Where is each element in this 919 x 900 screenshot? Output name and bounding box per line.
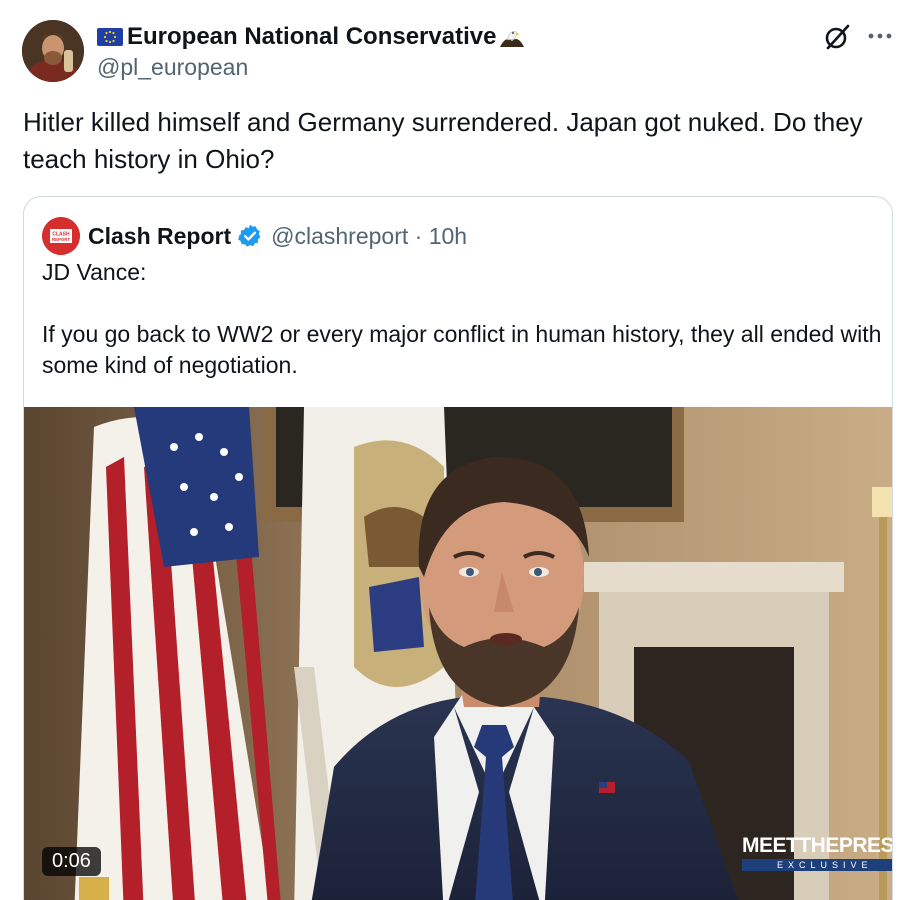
author-display-name[interactable]: European National Conservative — [127, 23, 496, 51]
video-duration: 0:06 — [42, 847, 101, 876]
quoted-tweet-body: JD Vance: If you go back to WW2 or every… — [42, 257, 882, 381]
grok-icon[interactable] — [822, 22, 852, 52]
video-player[interactable]: 0:06 MEETTHEPRESS EXCLUSIVE — [24, 407, 893, 900]
quoted-tweet-card[interactable]: CLASH REPORT Clash Report @clashreport ·… — [23, 196, 893, 900]
author-avatar[interactable] — [22, 20, 84, 82]
avatar-portrait — [22, 20, 84, 82]
clash-report-avatar[interactable]: CLASH REPORT — [42, 217, 80, 255]
quoted-tweet-header: CLASH REPORT Clash Report @clashreport ·… — [42, 217, 467, 255]
author-block: European National Conservative @pl_europ… — [97, 22, 526, 81]
video-frame — [24, 407, 892, 900]
quoted-body-line-2: If you go back to WW2 or every major con… — [42, 321, 882, 378]
quoted-body-line-1: JD Vance: — [42, 259, 147, 285]
watermark-main: MEETTHEPRESS — [742, 834, 893, 857]
author-handle[interactable]: @pl_european — [97, 54, 526, 81]
quoted-author-name[interactable]: Clash Report — [88, 223, 231, 250]
avatar-label-2: REPORT — [52, 237, 70, 242]
tweet-text: Hitler killed himself and Germany surren… — [23, 107, 863, 174]
quoted-handle-time[interactable]: @clashreport · 10h — [271, 223, 467, 250]
eu-flag-icon — [97, 28, 123, 46]
verified-badge-icon — [237, 223, 263, 249]
us-flag — [74, 407, 281, 900]
tweet: European National Conservative @pl_europ… — [0, 0, 919, 900]
more-options-icon[interactable] — [866, 22, 894, 50]
watermark-sub: EXCLUSIVE — [742, 859, 892, 871]
display-name-row[interactable]: European National Conservative — [97, 22, 526, 52]
eagle-icon — [498, 23, 526, 51]
meet-the-press-watermark: MEETTHEPRESS EXCLUSIVE — [742, 834, 893, 871]
